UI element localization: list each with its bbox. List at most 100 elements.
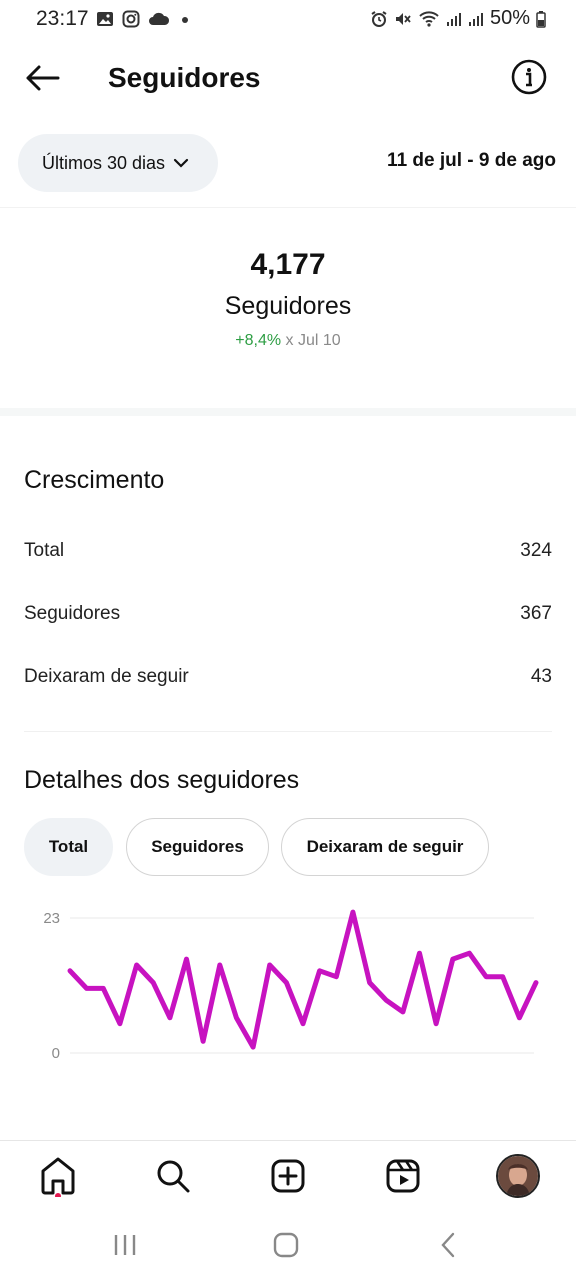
status-bar: 23:17 50% <box>0 0 576 38</box>
nav-home[interactable] <box>35 1153 81 1199</box>
growth-row-value: 324 <box>520 540 552 561</box>
chart-point <box>301 1021 305 1026</box>
avatar-image <box>498 1156 538 1196</box>
chart-point <box>517 1015 522 1020</box>
create-icon <box>271 1159 305 1193</box>
growth-row-label: Total <box>24 540 65 561</box>
chart-series-line <box>67 909 539 1050</box>
chart-point <box>234 1015 239 1020</box>
growth-row-followers: Seguidores 367 <box>24 603 552 625</box>
growth-row-value: 367 <box>520 603 552 624</box>
chevron-down-icon <box>173 158 189 168</box>
followers-line-chart: 23 0 <box>43 909 539 1062</box>
chart-point <box>350 910 355 915</box>
chart-point <box>434 1021 439 1026</box>
page-title: Seguidores <box>108 62 261 93</box>
chart-point <box>68 968 72 973</box>
home-button-icon <box>273 1232 299 1258</box>
alarm-icon <box>371 10 387 27</box>
divider <box>0 207 576 208</box>
growth-title: Crescimento <box>24 466 165 494</box>
date-range-selector-label: Últimos 30 dias <box>42 152 166 173</box>
chart-point <box>151 980 156 985</box>
recents-icon <box>114 1235 136 1255</box>
nav-profile[interactable] <box>495 1153 541 1199</box>
followers-count: 4,177 <box>250 248 326 281</box>
followers-delta: +8,4% x Jul 10 <box>0 332 576 350</box>
chart-point <box>317 968 322 973</box>
recents-button[interactable] <box>105 1230 145 1260</box>
tab-total[interactable]: Total <box>24 818 113 876</box>
reels-icon <box>386 1159 420 1193</box>
chart-point <box>384 998 389 1003</box>
date-range-text: 11 de jul - 9 de ago <box>387 150 556 171</box>
signal-icon <box>446 12 461 26</box>
chart-point <box>167 1015 172 1020</box>
mute-icon <box>395 12 411 25</box>
image-icon <box>97 12 113 26</box>
cloud-icon <box>149 12 170 25</box>
notification-dot <box>55 1193 61 1197</box>
bottom-nav <box>0 1141 576 1211</box>
chart-point <box>134 963 139 967</box>
nav-reels[interactable] <box>380 1153 426 1199</box>
back-system-button[interactable] <box>428 1230 468 1260</box>
details-title: Detalhes dos seguidores <box>24 766 300 794</box>
instagram-icon <box>122 10 140 28</box>
chart-point <box>117 1021 122 1026</box>
chart-point <box>467 951 472 956</box>
chart-point <box>267 963 272 967</box>
followers-label: Seguidores <box>224 292 352 320</box>
growth-row-unfollowed: Deixaram de seguir 43 <box>24 666 552 688</box>
nav-create[interactable] <box>265 1153 311 1199</box>
chart-point <box>450 957 455 962</box>
chart-y-tick-label: 0 <box>52 1045 60 1062</box>
wifi-icon <box>419 10 439 27</box>
chart-point <box>201 1039 206 1044</box>
signal-icon <box>468 12 483 26</box>
date-range-selector[interactable]: Últimos 30 dias <box>18 134 218 192</box>
growth-row-label: Seguidores <box>24 603 121 624</box>
chart-y-tick-label: 23 <box>43 910 60 927</box>
chart-point <box>400 1009 405 1014</box>
divider <box>24 731 552 732</box>
chart-point <box>500 974 505 979</box>
chart-point <box>534 980 538 985</box>
delta-suffix: x Jul 10 <box>281 332 341 349</box>
back-button[interactable] <box>20 58 64 98</box>
system-nav <box>0 1212 576 1280</box>
battery-icon <box>536 10 546 28</box>
back-arrow-icon <box>26 65 60 91</box>
dot-icon <box>182 17 188 23</box>
tab-followers[interactable]: Seguidores <box>126 818 269 876</box>
status-right-icons: 50% <box>370 7 546 30</box>
home-icon <box>41 1157 75 1197</box>
home-system-button[interactable] <box>266 1230 306 1260</box>
status-time: 23:17 <box>36 7 89 30</box>
info-icon <box>511 59 547 95</box>
tab-unfollowed[interactable]: Deixaram de seguir <box>281 818 489 876</box>
status-left-icons <box>96 10 192 28</box>
back-icon <box>441 1232 455 1258</box>
growth-row-value: 43 <box>530 666 552 687</box>
app-header: Seguidores <box>0 38 576 118</box>
nav-search[interactable] <box>150 1153 196 1199</box>
section-divider <box>0 408 576 416</box>
chart-point <box>284 980 289 985</box>
chart-point <box>101 986 106 991</box>
chart-point <box>184 957 189 962</box>
chart-point <box>367 980 372 985</box>
chart-point <box>251 1045 256 1050</box>
chart-point <box>417 951 422 956</box>
growth-row-label: Deixaram de seguir <box>24 666 189 687</box>
chart-point <box>484 974 489 979</box>
chart-point <box>217 963 222 967</box>
search-icon <box>157 1160 190 1193</box>
growth-row-total: Total 324 <box>24 540 552 562</box>
battery-percent: 50% <box>489 7 530 29</box>
chart-point <box>334 974 339 979</box>
delta-percent: +8,4% <box>235 332 282 349</box>
profile-avatar <box>496 1154 540 1198</box>
info-button[interactable] <box>510 58 548 96</box>
chart-point <box>84 986 89 991</box>
